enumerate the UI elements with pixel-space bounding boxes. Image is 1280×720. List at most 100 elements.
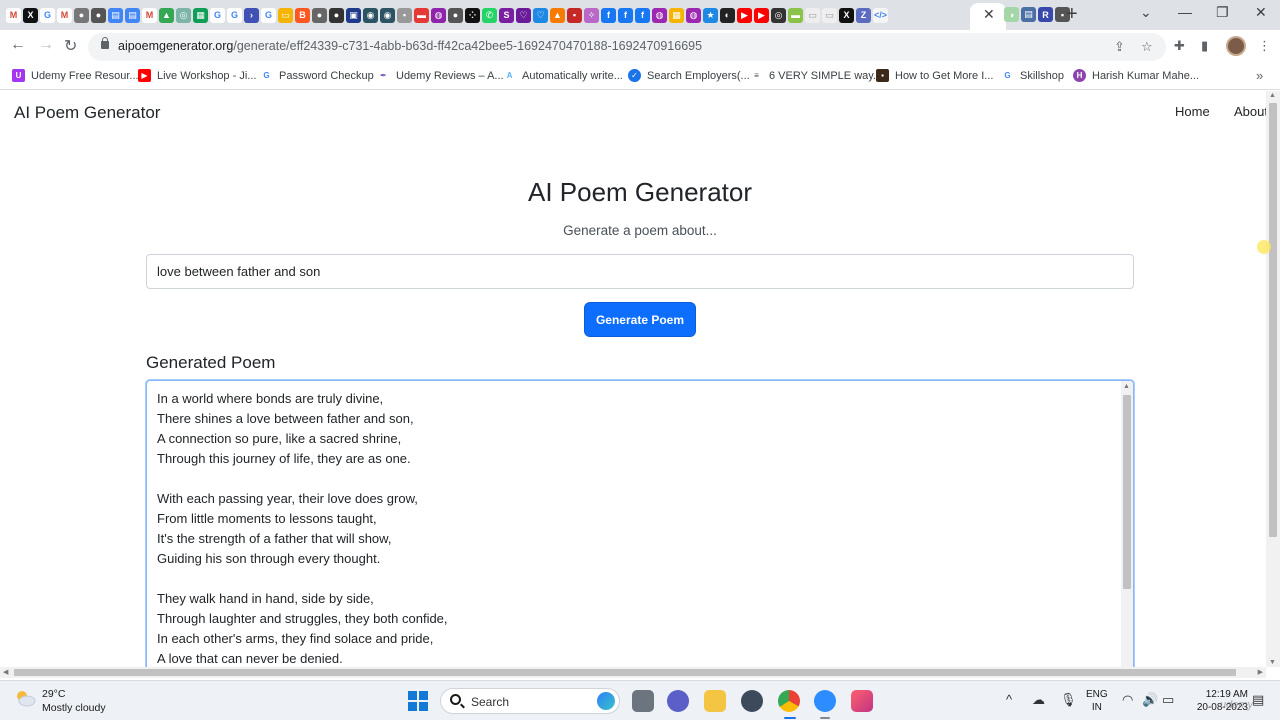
site-tab-icon[interactable]: ◉: [363, 7, 378, 23]
app-icon[interactable]: [741, 690, 763, 712]
wifi-icon[interactable]: ◠: [1122, 692, 1133, 708]
site-tab-icon[interactable]: ▲: [550, 7, 565, 23]
app-icon[interactable]: [851, 690, 873, 712]
docs-tab-icon[interactable]: ▤: [125, 7, 140, 23]
notification-icon[interactable]: ▤: [1252, 692, 1264, 708]
bookmark-item[interactable]: G Skillshop: [1001, 69, 1064, 82]
star-tab-icon[interactable]: ★: [703, 7, 718, 23]
back-icon[interactable]: ←: [10, 36, 26, 54]
address-bar[interactable]: aipoemgenerator.org/generate/eff24339-c7…: [88, 33, 1166, 61]
gmail-tab-icon[interactable]: M: [57, 7, 72, 23]
site-tab-icon[interactable]: ▬: [414, 7, 429, 23]
bookmark-item[interactable]: ✒ Udemy Reviews – A...: [377, 69, 504, 82]
forward-icon[interactable]: →: [38, 36, 54, 54]
page-scrollbar-thumb[interactable]: [1269, 103, 1277, 537]
youtube-tab-icon[interactable]: ▶: [754, 7, 769, 23]
close-window-icon[interactable]: ✕: [1255, 4, 1267, 21]
generated-poem-textarea[interactable]: In a world where bonds are truly divine,…: [146, 380, 1134, 667]
extensions-icon[interactable]: ✚: [1174, 38, 1185, 54]
chrome-icon[interactable]: [778, 690, 800, 712]
scroll-up-arrow-icon[interactable]: ▲: [1269, 92, 1276, 99]
page-horizontal-scrollbar[interactable]: ◀ ▶: [0, 667, 1266, 678]
openai-tab-icon[interactable]: ◎: [176, 7, 191, 23]
bookmark-item[interactable]: ▶ Live Workshop - Ji...: [138, 69, 256, 82]
scroll-up-arrow-icon[interactable]: ▲: [1123, 383, 1130, 390]
bing-icon[interactable]: [597, 692, 615, 710]
new-tab-button[interactable]: +: [1066, 3, 1078, 26]
powershell-tab-icon[interactable]: ›: [244, 7, 259, 23]
zoom-icon[interactable]: [814, 690, 836, 712]
site-tab-icon[interactable]: ▦: [669, 7, 684, 23]
teams-chat-icon[interactable]: [667, 690, 689, 712]
lock-icon[interactable]: [101, 37, 109, 49]
docs-tab-icon[interactable]: ▤: [108, 7, 123, 23]
scroll-left-arrow-icon[interactable]: ◀: [3, 668, 8, 676]
bookmark-item[interactable]: A Automatically write...: [503, 69, 623, 82]
facebook-tab-icon[interactable]: f: [618, 7, 633, 23]
bookmark-item[interactable]: ≡ 6 VERY SIMPLE way...: [750, 69, 882, 82]
site-tab-icon[interactable]: Z: [856, 7, 871, 23]
gmail-tab-icon[interactable]: M: [6, 7, 21, 23]
slides-tab-icon[interactable]: ▭: [278, 7, 293, 23]
site-tab-icon[interactable]: ▣: [346, 7, 361, 23]
generate-poem-button[interactable]: Generate Poem: [584, 302, 696, 337]
url-text[interactable]: aipoemgenerator.org/generate/eff24339-c7…: [118, 39, 702, 53]
site-tab-icon[interactable]: ◍: [652, 7, 667, 23]
facebook-tab-icon[interactable]: f: [635, 7, 650, 23]
task-view-icon[interactable]: [632, 690, 654, 712]
weather-description[interactable]: Mostly cloudy: [42, 702, 106, 714]
minimize-icon[interactable]: —: [1178, 4, 1192, 20]
globe-tab-icon[interactable]: ●: [74, 7, 89, 23]
side-panel-icon[interactable]: ▮: [1201, 38, 1208, 54]
site-tab-icon[interactable]: ▭: [805, 7, 820, 23]
google-tab-icon[interactable]: G: [227, 7, 242, 23]
microphone-icon[interactable]: 🎙: [1060, 692, 1077, 708]
poem-scrollbar-thumb[interactable]: [1123, 395, 1131, 589]
bookmark-item[interactable]: U Udemy Free Resour...: [12, 69, 139, 82]
site-tab-icon[interactable]: ♡: [533, 7, 548, 23]
site-tab-icon[interactable]: ▬: [788, 7, 803, 23]
globe-tab-icon[interactable]: ●: [448, 7, 463, 23]
onedrive-icon[interactable]: ☁: [1032, 692, 1045, 708]
site-tab-icon[interactable]: ◑: [1004, 7, 1019, 22]
nav-home-link[interactable]: Home: [1175, 104, 1210, 119]
blogger-tab-icon[interactable]: B: [295, 7, 310, 23]
site-tab-icon[interactable]: ◍: [686, 7, 701, 23]
site-tab-icon[interactable]: ⁘: [465, 7, 480, 23]
scroll-right-arrow-icon[interactable]: ▶: [1258, 668, 1263, 676]
reload-icon[interactable]: ↻: [64, 36, 77, 56]
bookmark-star-icon[interactable]: ☆: [1141, 39, 1153, 55]
show-hidden-icons-icon[interactable]: ^: [1006, 692, 1012, 707]
site-tab-icon[interactable]: ◍: [431, 7, 446, 23]
tab-search-icon[interactable]: ⌄: [1140, 4, 1152, 21]
google-tab-icon[interactable]: G: [261, 7, 276, 23]
photo-tab-icon[interactable]: ▪: [397, 7, 412, 23]
bookmark-item[interactable]: ▪ How to Get More I...: [876, 69, 993, 82]
gmail-tab-icon[interactable]: M: [142, 7, 157, 23]
google-tab-icon[interactable]: G: [210, 7, 225, 23]
site-tab-icon[interactable]: ◉: [380, 7, 395, 23]
sheets-tab-icon[interactable]: ▦: [193, 7, 208, 23]
site-tab-icon[interactable]: ✧: [584, 7, 599, 23]
weather-temperature[interactable]: 29°C: [42, 688, 65, 700]
globe-tab-icon[interactable]: ●: [91, 7, 106, 23]
poem-topic-input[interactable]: [146, 254, 1134, 289]
facebook-tab-icon[interactable]: f: [601, 7, 616, 23]
share-icon[interactable]: ⇪: [1114, 39, 1125, 55]
battery-icon[interactable]: ▭: [1162, 692, 1174, 708]
whatsapp-tab-icon[interactable]: ✆: [482, 7, 497, 23]
close-tab-icon[interactable]: ✕: [983, 6, 995, 23]
bookmark-item[interactable]: H Harish Kumar Mahe...: [1073, 69, 1199, 82]
globe-tab-icon[interactable]: ●: [329, 7, 344, 23]
site-tab-icon[interactable]: ◐: [720, 7, 735, 23]
x-tab-icon[interactable]: X: [23, 7, 38, 23]
drive-tab-icon[interactable]: ▲: [159, 7, 174, 23]
language-indicator[interactable]: ENG IN: [1086, 688, 1108, 714]
site-tab-icon[interactable]: R: [1038, 7, 1053, 22]
menu-kebab-icon[interactable]: ⋮: [1258, 38, 1271, 54]
scroll-down-arrow-icon[interactable]: ▼: [1269, 659, 1276, 666]
youtube-tab-icon[interactable]: ▶: [737, 7, 752, 23]
site-brand[interactable]: AI Poem Generator: [14, 103, 160, 123]
file-explorer-icon[interactable]: [704, 690, 726, 712]
poem-scrollbar[interactable]: ▲: [1121, 381, 1133, 667]
